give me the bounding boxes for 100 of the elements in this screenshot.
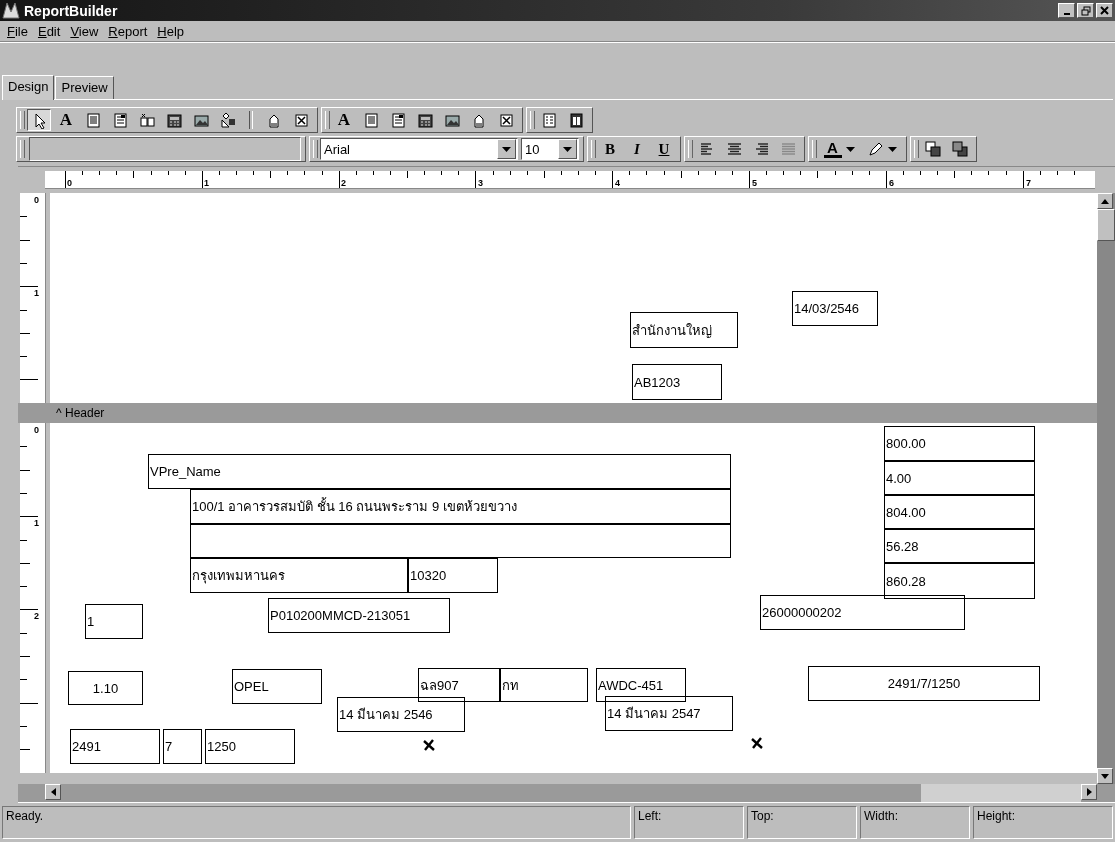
ruler-label: 7 — [1026, 178, 1031, 188]
report-field[interactable]: 2491/7/1250 — [808, 666, 1040, 701]
ruler-label: 1 — [34, 288, 39, 298]
memo-icon — [84, 111, 102, 129]
scroll-down-icon — [1101, 773, 1109, 779]
menu-item[interactable]: Edit — [32, 23, 66, 39]
overlap-squares-icon — [924, 140, 942, 158]
scroll-up-icon — [1101, 198, 1109, 204]
ruler-label: 4 — [615, 178, 620, 188]
report-field[interactable]: P010200MMCD-213051 — [268, 598, 450, 633]
minimize-icon — [1063, 12, 1070, 15]
report-field[interactable]: OPEL — [232, 669, 322, 704]
report-field[interactable]: AWDC-451 — [596, 668, 686, 702]
vertical-scrollbar[interactable] — [1097, 193, 1115, 784]
dropdown-arrow-icon — [502, 146, 511, 152]
report-field[interactable]: 1250 — [205, 729, 295, 764]
calculator-icon — [165, 111, 183, 129]
font-dropdown[interactable]: Arial — [320, 138, 518, 160]
report-field[interactable]: 800.00 — [884, 426, 1035, 461]
align-center-icon — [725, 142, 743, 156]
tool-button[interactable] — [27, 109, 51, 131]
report-field[interactable]: 14 มีนาคม 2546 — [337, 697, 465, 732]
ruler-label: 1 — [204, 178, 209, 188]
report-field[interactable]: 1.10 — [68, 671, 143, 705]
scroll-down-button[interactable] — [1097, 768, 1113, 784]
report-field[interactable] — [190, 524, 731, 558]
subreport-icon — [292, 111, 310, 129]
overlap-squares-icon — [951, 140, 969, 158]
calculator-icon — [416, 111, 434, 129]
app-icon — [2, 2, 20, 19]
report-field[interactable]: AB1203 — [632, 364, 722, 400]
scroll-right-button[interactable] — [1081, 784, 1097, 800]
report-field[interactable]: กรุงเทพมหานคร — [190, 558, 408, 593]
report-field[interactable]: 2491 — [70, 729, 160, 764]
menu-item[interactable]: Report — [103, 23, 153, 39]
report-field[interactable]: 1 — [85, 604, 143, 639]
ruler-label: 5 — [752, 178, 757, 188]
columns-icon — [567, 111, 585, 129]
status-panel: Height: — [973, 806, 1113, 839]
scroll-right-icon — [1086, 788, 1092, 796]
tab[interactable]: Design — [2, 75, 55, 100]
pen-icon — [867, 141, 884, 157]
band-label: ^ Header — [56, 406, 105, 420]
minimize-button[interactable] — [1058, 3, 1075, 18]
format-button[interactable]: I — [625, 138, 649, 160]
restore-icon — [1080, 5, 1091, 16]
ruler-label: 2 — [341, 178, 346, 188]
font-color-button[interactable]: A — [819, 138, 859, 160]
status-panel: Left: — [634, 806, 744, 839]
report-field[interactable]: 804.00 — [884, 495, 1035, 529]
report-field[interactable]: 7 — [163, 729, 202, 764]
report-field[interactable]: 100/1 อาคารวรสมบัติ ชั้น 16 ถนนพระราม 9 เขตห้วยขวาง — [190, 489, 731, 524]
report-field[interactable]: VPre_Name — [148, 454, 731, 489]
report-field[interactable]: 14 มีนาคม 2547 — [605, 696, 733, 731]
format-button[interactable]: B — [598, 138, 622, 160]
tool-button[interactable]: A — [54, 109, 78, 131]
ruler-label: 3 — [478, 178, 483, 188]
menu-item[interactable]: View — [65, 23, 104, 39]
scroll-left-icon — [50, 788, 56, 796]
rich-text-icon — [111, 111, 129, 129]
tool-button[interactable]: A — [332, 109, 356, 131]
dropdown-arrow-icon — [563, 146, 572, 152]
tab[interactable]: Preview — [55, 76, 114, 99]
toolbar-separator — [249, 111, 253, 129]
rich-text-icon — [389, 111, 407, 129]
menu-item[interactable]: Help — [152, 23, 190, 39]
report-field[interactable]: สำนักงานใหญ่ — [630, 312, 738, 348]
memo-icon — [362, 111, 380, 129]
window-title: ReportBuilder — [24, 2, 119, 19]
close-button[interactable] — [1096, 3, 1113, 18]
close-icon — [1100, 6, 1109, 15]
report-field[interactable]: 10320 — [408, 558, 498, 593]
scroll-thumb[interactable] — [1097, 209, 1115, 241]
report-field[interactable]: กท — [500, 668, 588, 702]
horizontal-scrollbar[interactable] — [18, 784, 1115, 803]
report-field[interactable]: ฉล907 — [418, 668, 500, 702]
cross-mark-icon — [750, 737, 764, 749]
ruler-label: 0 — [34, 195, 39, 205]
ruler-label: 6 — [889, 178, 894, 188]
report-field[interactable]: 14/03/2546 — [792, 291, 878, 326]
grid-icon — [540, 111, 558, 129]
scroll-left-button[interactable] — [45, 784, 61, 800]
report-field[interactable]: 860.28 — [884, 563, 1035, 599]
scroll-up-button[interactable] — [1097, 193, 1113, 209]
ruler-label: 0 — [34, 425, 39, 435]
font-size-dropdown[interactable]: 10 — [521, 138, 579, 160]
menu-item[interactable]: File — [2, 23, 33, 39]
restore-button[interactable] — [1077, 3, 1094, 18]
dropdown-arrow-icon — [845, 146, 855, 152]
report-field[interactable]: 4.00 — [884, 461, 1035, 495]
status-panel: Ready. — [2, 806, 631, 839]
dropdown-arrow-icon — [887, 146, 897, 152]
report-field[interactable]: 26000000202 — [760, 595, 965, 630]
report-field[interactable]: 56.28 — [884, 529, 1035, 563]
shapes-icon — [219, 111, 237, 129]
cross-mark-icon — [422, 739, 436, 751]
format-button[interactable]: U — [652, 138, 676, 160]
status-panel: Width: — [860, 806, 970, 839]
ruler-label: 2 — [34, 611, 39, 621]
ruler-label: 1 — [34, 518, 39, 528]
